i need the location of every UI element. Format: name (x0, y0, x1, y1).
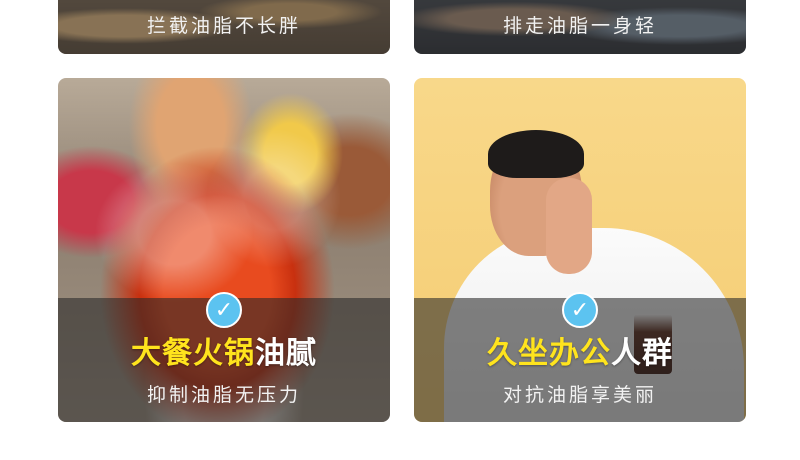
card-headline: 大餐火锅油腻 (58, 334, 390, 374)
headline-highlight: 久坐办公 (487, 336, 611, 371)
man-hair (488, 130, 584, 178)
headline-highlight: 大餐火锅 (131, 336, 255, 371)
headline-rest: 油腻 (255, 336, 317, 371)
check-icon: ✓ (562, 292, 598, 328)
man-hand (546, 178, 592, 274)
check-icon: ✓ (206, 292, 242, 328)
hotpot-card: ✓ 大餐火锅油腻 抑制油脂无压力 (58, 78, 390, 422)
card-subline: 对抗油脂享美丽 (502, 384, 657, 406)
office-card: ✓ 久坐办公人群 对抗油脂享美丽 (414, 78, 746, 422)
top-left-card: 拦截油脂不长胖 (58, 0, 390, 54)
headline-rest: 人群 (611, 336, 673, 371)
card-subline: 排走油脂一身轻 (502, 15, 657, 37)
card-subline: 抑制油脂无压力 (146, 384, 301, 406)
card-headline: 久坐办公人群 (414, 334, 746, 374)
caption-overlay: 拦截油脂不长胖 (58, 0, 390, 54)
caption-overlay: 排走油脂一身轻 (414, 0, 746, 54)
card-headline (414, 0, 746, 6)
card-headline (58, 0, 390, 6)
top-right-card: 排走油脂一身轻 (414, 0, 746, 54)
card-subline: 拦截油脂不长胖 (146, 15, 301, 37)
